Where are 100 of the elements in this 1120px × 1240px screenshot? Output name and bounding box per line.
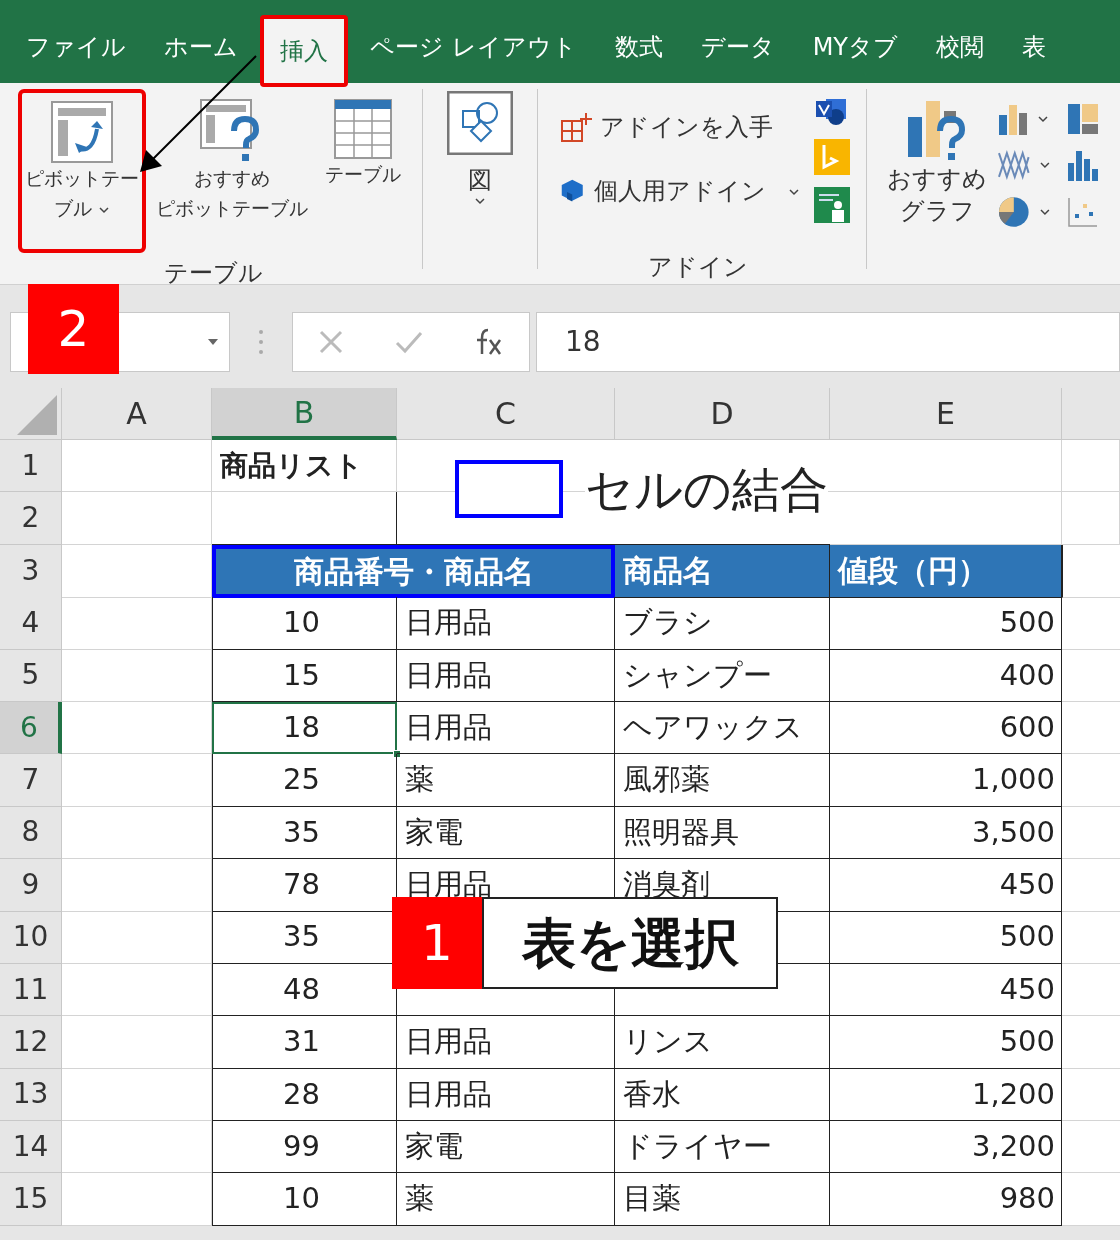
row-header[interactable]: 10 bbox=[0, 911, 62, 964]
table-cell: 10 bbox=[212, 597, 397, 650]
table-cell: 家電 bbox=[397, 1121, 615, 1174]
column-header[interactable]: D bbox=[615, 388, 830, 440]
title-cell: 商品リスト bbox=[212, 440, 397, 493]
table-cell: 400 bbox=[830, 649, 1062, 702]
table-cell: 日用品 bbox=[397, 597, 615, 650]
chevron-down-icon bbox=[787, 188, 800, 196]
table-cell: 15 bbox=[212, 649, 397, 702]
table-cell: 風邪薬 bbox=[615, 754, 830, 807]
table-cell: 家電 bbox=[397, 806, 615, 860]
table-cell: 450 bbox=[830, 859, 1062, 912]
table-cell: ヘアワックス bbox=[615, 701, 830, 755]
illustrations-button[interactable]: 図 bbox=[446, 91, 513, 205]
row-header[interactable]: 15 bbox=[0, 1173, 62, 1226]
row-header[interactable]: 4 bbox=[0, 597, 62, 650]
table-cell: 31 bbox=[212, 1016, 397, 1069]
column-chart-icon[interactable] bbox=[997, 103, 1030, 135]
table-cell: 500 bbox=[830, 911, 1062, 964]
table-cell: シャンプー bbox=[615, 649, 830, 702]
table-cell: 35 bbox=[212, 806, 397, 860]
table-cell: 照明器具 bbox=[615, 806, 830, 860]
table-cell: リンス bbox=[615, 1016, 830, 1069]
line-chart-icon[interactable] bbox=[997, 149, 1031, 181]
step-badge: 2 bbox=[28, 284, 119, 374]
callout-label: 表を選択 bbox=[482, 897, 778, 989]
merged-header-cell: 商品番号・商品名 bbox=[212, 544, 615, 598]
chevron-down-icon bbox=[1037, 115, 1050, 123]
more-icon bbox=[258, 328, 264, 355]
table-cell: 日用品 bbox=[397, 1016, 615, 1069]
chevron-down-icon bbox=[1038, 161, 1051, 169]
table-cell: ブラシ bbox=[615, 597, 830, 650]
ribbon-tab[interactable]: ページ レイアウト bbox=[354, 11, 593, 83]
table-cell: 3,200 bbox=[830, 1121, 1062, 1174]
scatter-chart-icon[interactable] bbox=[1066, 196, 1099, 228]
table-cell: 香水 bbox=[615, 1068, 830, 1122]
table-cell: 600 bbox=[830, 701, 1062, 755]
table-cell: 薬 bbox=[397, 754, 615, 807]
chevron-down-icon bbox=[1038, 208, 1051, 216]
column-header[interactable]: E bbox=[830, 388, 1062, 440]
chevron-down-icon bbox=[98, 205, 111, 214]
formula-field[interactable]: 18 bbox=[536, 311, 1120, 372]
column-header[interactable]: C bbox=[397, 388, 615, 440]
row-header[interactable]: 1 bbox=[0, 440, 62, 493]
table-cell: 980 bbox=[830, 1173, 1062, 1226]
table-cell: 1,000 bbox=[830, 754, 1062, 807]
table-cell: 日用品 bbox=[397, 701, 615, 755]
row-header[interactable]: 14 bbox=[0, 1121, 62, 1174]
recommended-pivot-button[interactable]: おすすめ ピボットテーブル bbox=[152, 89, 313, 223]
ribbon-tab[interactable]: データ bbox=[684, 11, 791, 83]
pivot-table-button[interactable]: ピボットテー ブル bbox=[18, 89, 147, 253]
table-cell: 日用品 bbox=[397, 649, 615, 702]
table-icon bbox=[334, 99, 393, 159]
ribbon-tab[interactable]: 数式 bbox=[598, 11, 679, 83]
group-label: テーブル bbox=[163, 258, 263, 289]
table-cell: 日用品 bbox=[397, 1068, 615, 1122]
row-header[interactable]: 5 bbox=[0, 649, 62, 702]
table-cell: 3,500 bbox=[830, 806, 1062, 860]
get-addins-button[interactable]: アドインを入手 bbox=[559, 109, 800, 145]
hierarchy-chart-icon[interactable] bbox=[1066, 103, 1099, 135]
row-header[interactable]: 11 bbox=[0, 963, 62, 1017]
ribbon-tab[interactable]: 挿入 bbox=[260, 15, 348, 87]
table-cell: 500 bbox=[830, 1016, 1062, 1069]
pie-chart-icon[interactable] bbox=[997, 195, 1031, 229]
histogram-icon[interactable] bbox=[1066, 149, 1099, 181]
row-header[interactable]: 2 bbox=[0, 492, 62, 545]
table-cell: ドライヤー bbox=[615, 1121, 830, 1174]
ribbon-tab[interactable]: 校閲 bbox=[920, 11, 1000, 83]
row-header[interactable]: 3 bbox=[0, 544, 62, 598]
ribbon-tab[interactable]: ホーム bbox=[148, 11, 254, 83]
pivot-table-icon bbox=[51, 101, 114, 163]
group-label: アドイン bbox=[647, 252, 748, 283]
row-header[interactable]: 12 bbox=[0, 1016, 62, 1069]
table-cell: 99 bbox=[212, 1121, 397, 1174]
recommended-charts-button[interactable]: おすすめ グラフ bbox=[887, 97, 988, 229]
my-addins-button[interactable]: 個人用アドイン bbox=[559, 173, 800, 209]
row-header[interactable]: 9 bbox=[0, 859, 62, 912]
ribbon-tab[interactable]: MYタブ bbox=[796, 11, 914, 83]
row-header[interactable]: 7 bbox=[0, 754, 62, 807]
row-header[interactable]: 13 bbox=[0, 1068, 62, 1122]
fill-handle[interactable] bbox=[393, 750, 401, 759]
row-header[interactable]: 6 bbox=[0, 701, 62, 755]
chevron-down-icon bbox=[473, 197, 486, 205]
row-header[interactable]: 8 bbox=[0, 806, 62, 860]
table-cell: 目薬 bbox=[615, 1173, 830, 1226]
dropdown-icon bbox=[207, 337, 219, 346]
people-graph-icon[interactable] bbox=[813, 187, 850, 223]
header-cell: 商品名 bbox=[615, 544, 830, 598]
table-cell: 450 bbox=[830, 963, 1062, 1017]
table-cell: 25 bbox=[212, 754, 397, 807]
table-button[interactable]: テーブル bbox=[318, 89, 409, 189]
ribbon-tab[interactable]: 表 bbox=[1006, 11, 1062, 83]
column-header[interactable]: B bbox=[212, 388, 397, 440]
table-cell: 薬 bbox=[397, 1173, 615, 1226]
ribbon-tab[interactable]: ファイル bbox=[10, 11, 142, 83]
table-cell: 500 bbox=[830, 597, 1062, 650]
table-cell: 10 bbox=[212, 1173, 397, 1226]
step-badge: 1 bbox=[392, 897, 482, 989]
table-cell: 28 bbox=[212, 1068, 397, 1122]
header-cell: 値段（円） bbox=[830, 544, 1062, 598]
